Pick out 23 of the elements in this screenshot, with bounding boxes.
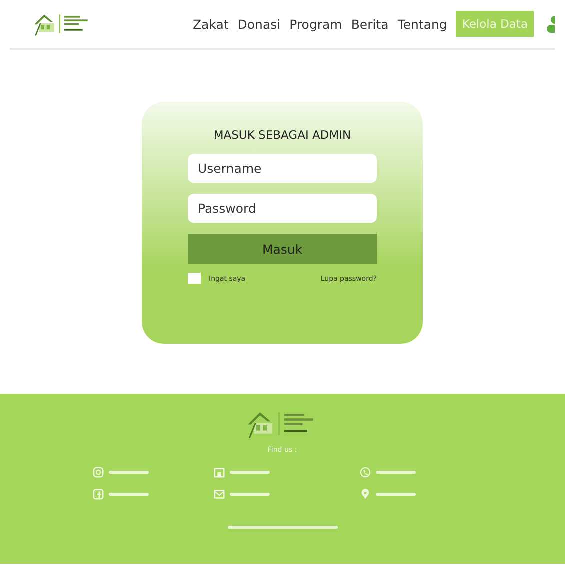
phone-icon	[360, 467, 370, 478]
nav-link[interactable]: Zakat	[192, 16, 229, 32]
nav-link[interactable]: Berita	[351, 16, 389, 32]
blurred-text-drawing	[376, 471, 416, 474]
instagram-icon	[92, 467, 104, 478]
username-field[interactable]: Username	[188, 154, 377, 183]
nav-link[interactable]: Program	[290, 16, 342, 32]
building-icon	[214, 467, 224, 478]
location-pin-icon	[360, 489, 370, 500]
login-title: MASUK SEBAGAI ADMIN	[214, 128, 352, 142]
password-field[interactable]: Password	[188, 194, 377, 223]
blurred-text-drawing	[376, 493, 416, 496]
blurred-text-drawing	[108, 493, 148, 496]
nav-link[interactable]: Tentang	[398, 16, 448, 32]
mail-icon	[214, 489, 224, 500]
user-icon[interactable]	[547, 15, 555, 33]
login-button[interactable]: Masuk	[188, 234, 377, 264]
blurred-text-drawing	[230, 493, 270, 496]
blurred-text-drawing	[230, 471, 270, 474]
nav-link[interactable]: Donasi	[238, 16, 281, 32]
remember-checkbox[interactable]	[188, 273, 201, 284]
blurred-text-drawing	[108, 471, 148, 474]
facebook-icon	[92, 489, 104, 500]
